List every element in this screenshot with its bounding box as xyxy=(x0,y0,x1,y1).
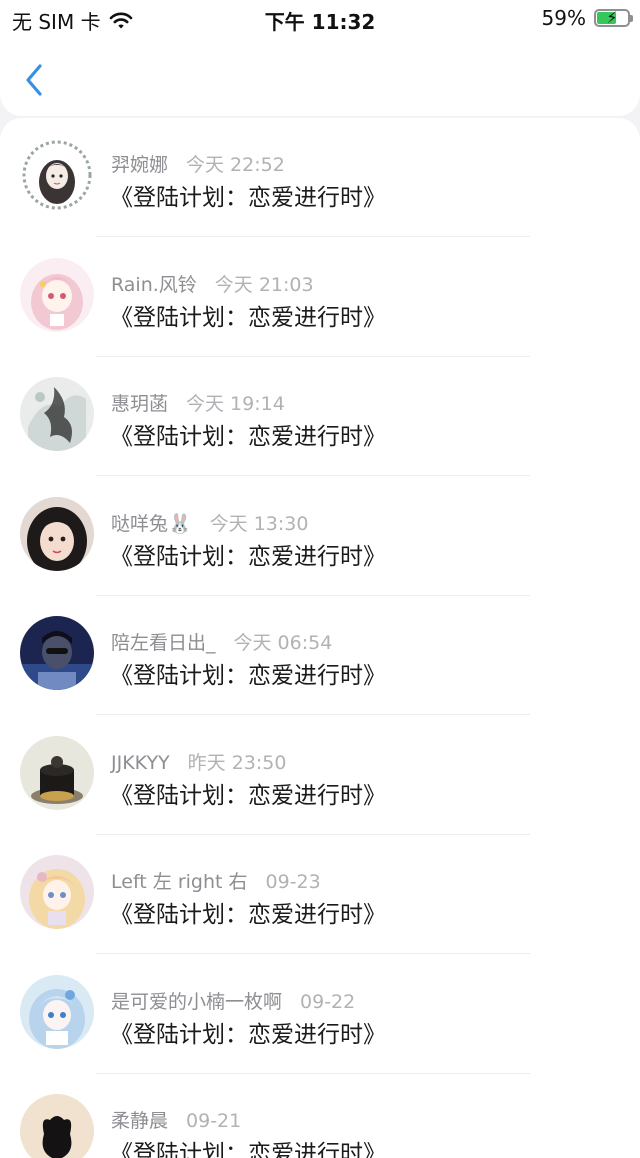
meta-line: 惠玥菡 今天 19:14 xyxy=(111,389,285,416)
list-item[interactable]: 是可爱的小楠一枚啊 09-22 《登陆计划：恋爱进行时》 xyxy=(0,955,640,1074)
timestamp: 09-21 xyxy=(186,1110,242,1132)
list-item[interactable]: Rain.风铃 今天 21:03 《登陆计划：恋爱进行时》 xyxy=(0,238,640,357)
user-name: 羿婉娜 xyxy=(111,154,169,176)
list-item[interactable]: 柔静晨 09-21 《登陆计划：恋爱进行时》 xyxy=(0,1074,640,1158)
user-name: 柔静晨 xyxy=(111,1110,169,1132)
user-name: 陪左看日出_ xyxy=(111,632,216,654)
avatar[interactable] xyxy=(20,974,94,1049)
meta-line: 羿婉娜 今天 22:52 xyxy=(111,150,285,177)
list-item[interactable]: 羿婉娜 今天 22:52 《登陆计划：恋爱进行时》 xyxy=(0,118,640,237)
battery-percent: 59% xyxy=(541,6,586,30)
message-text: 《登陆计划：恋爱进行时》 xyxy=(110,1021,386,1048)
list-item[interactable]: Left 左 right 右 09-23 《登陆计划：恋爱进行时》 xyxy=(0,835,640,954)
message-text: 《登陆计划：恋爱进行时》 xyxy=(110,543,386,570)
avatar[interactable] xyxy=(20,1094,94,1158)
message-text: 《登陆计划：恋爱进行时》 xyxy=(110,663,386,689)
user-name: JJKKYY xyxy=(111,751,170,774)
message-text: 《登陆计划：恋爱进行时》 xyxy=(110,424,386,450)
timestamp: 昨天 23:50 xyxy=(187,751,287,774)
meta-line: JJKKYY 昨天 23:50 xyxy=(111,748,286,775)
avatar[interactable] xyxy=(20,855,94,929)
avatar[interactable] xyxy=(20,138,94,212)
message-text: 《登陆计划：恋爱进行时》 xyxy=(110,782,386,809)
message-list: 羿婉娜 今天 22:52 《登陆计划：恋爱进行时》 Rain.风铃 今天 21:03 《登… xyxy=(0,118,640,1158)
chevron-left-icon xyxy=(26,64,42,96)
user-name: 惠玥菡 xyxy=(111,393,169,415)
message-text: 《登陆计划：恋爱进行时》 xyxy=(110,304,386,331)
list-item[interactable]: 哒咩兔🐰 今天 13:30 《登陆计划：恋爱进行时》 xyxy=(0,477,640,596)
list-item[interactable]: JJKKYY 昨天 23:50 《登陆计划：恋爱进行时》 xyxy=(0,716,640,835)
user-name: 哒咩兔🐰 xyxy=(111,512,192,535)
charging-bolt-icon: ⚡ xyxy=(606,8,618,27)
user-name: 是可爱的小楠一枚啊 xyxy=(111,990,283,1013)
avatar[interactable] xyxy=(20,735,94,810)
meta-line: Left 左 right 右 09-23 xyxy=(111,867,321,894)
user-name: Left 左 right 右 xyxy=(111,871,248,893)
message-text: 《登陆计划：恋爱进行时》 xyxy=(110,185,386,211)
meta-line: Rain.风铃 今天 21:03 xyxy=(111,270,314,297)
timestamp: 今天 21:03 xyxy=(214,273,314,296)
avatar[interactable] xyxy=(20,496,94,571)
timestamp: 今天 19:14 xyxy=(186,393,285,415)
battery-charging-icon: ⚡ xyxy=(594,8,633,27)
timestamp: 09-22 xyxy=(300,990,356,1013)
avatar[interactable] xyxy=(20,377,94,451)
timestamp: 今天 22:52 xyxy=(186,154,285,176)
back-button[interactable] xyxy=(18,60,50,100)
meta-line: 是可爱的小楠一枚啊 09-22 xyxy=(111,987,355,1014)
list-item[interactable]: 惠玥菡 今天 19:14 《登陆计划：恋爱进行时》 xyxy=(0,357,640,476)
meta-line: 柔静晨 09-21 xyxy=(111,1106,241,1133)
status-right: 59% ⚡ xyxy=(541,6,633,30)
meta-line: 哒咩兔🐰 今天 13:30 xyxy=(111,509,308,536)
status-bar: 无 SIM 卡 下午 11:32 59% ⚡ xyxy=(0,0,640,36)
timestamp: 09-23 xyxy=(265,871,321,893)
timestamp: 今天 13:30 xyxy=(209,512,309,535)
nav-header xyxy=(0,36,640,116)
timestamp: 今天 06:54 xyxy=(233,632,333,654)
message-text: 《登陆计划：恋爱进行时》 xyxy=(110,902,386,928)
meta-line: 陪左看日出_ 今天 06:54 xyxy=(111,628,332,655)
list-item[interactable]: 陪左看日出_ 今天 06:54 《登陆计划：恋爱进行时》 xyxy=(0,596,640,715)
avatar[interactable] xyxy=(20,616,94,690)
avatar[interactable] xyxy=(20,257,94,332)
user-name: Rain.风铃 xyxy=(111,273,197,296)
